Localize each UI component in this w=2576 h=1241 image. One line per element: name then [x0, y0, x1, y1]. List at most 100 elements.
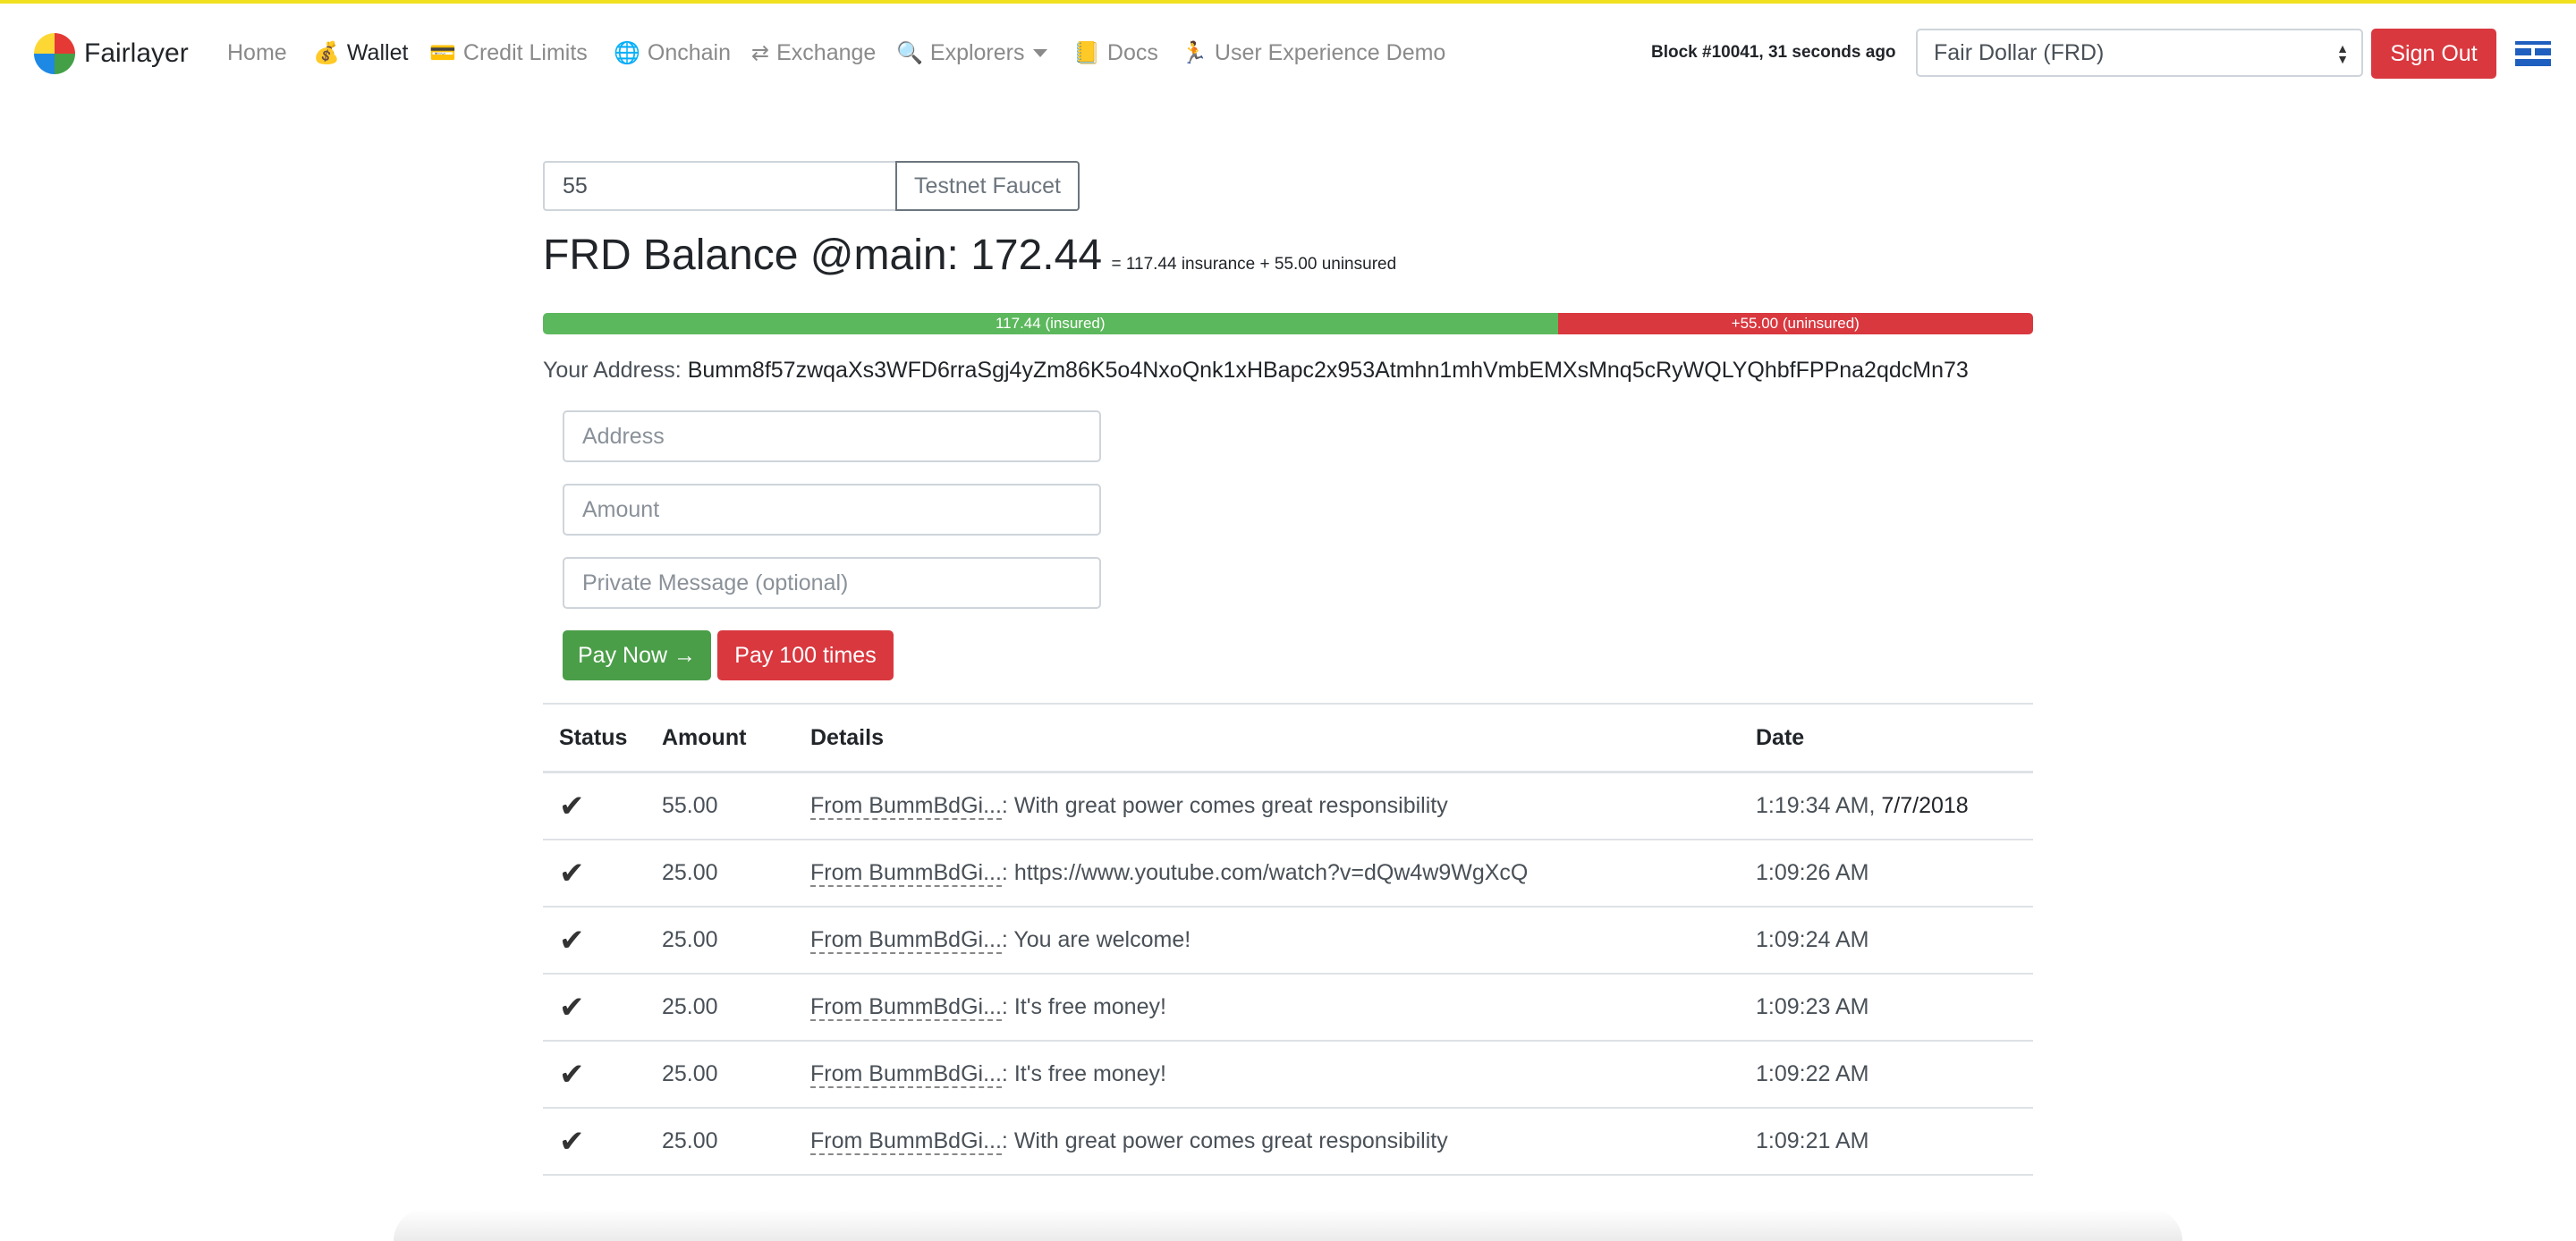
- checkmark-icon: ✔: [559, 1057, 585, 1092]
- sender-link[interactable]: From BummBdGi...: [810, 1128, 1002, 1155]
- details-cell: From BummBdGi...: With great power comes…: [794, 772, 1740, 840]
- nav-home[interactable]: Home: [227, 37, 287, 69]
- testnet-faucet-button[interactable]: Testnet Faucet: [895, 161, 1080, 211]
- payment-message: : You are welcome!: [1001, 927, 1191, 952]
- payment-message: : https://www.youtube.com/watch?v=dQw4w9…: [1001, 860, 1529, 885]
- nav-wallet-label: Wallet: [346, 39, 409, 65]
- sender-link[interactable]: From BummBdGi...: [810, 1061, 1002, 1088]
- time-text: 1:09:22 AM: [1756, 1061, 1869, 1086]
- money-bag-icon: 💰: [313, 40, 340, 65]
- table-row: ✔ 25.00 From BummBdGi...: You are welcom…: [543, 907, 2033, 975]
- date-cell: 1:09:22 AM: [1740, 1041, 2033, 1109]
- asset-select-value: Fair Dollar (FRD): [1934, 39, 2105, 65]
- insured-bar-label: 117.44 (insured): [995, 315, 1106, 332]
- asset-select[interactable]: Fair Dollar (FRD) ▲ ▼: [1916, 29, 2363, 77]
- balance-progress-bar: 117.44 (insured) +55.00 (uninsured): [543, 313, 2033, 334]
- amount-cell: 25.00: [646, 974, 794, 1042]
- checkmark-icon: ✔: [559, 789, 585, 823]
- navbar: Fairlayer Home 💰 Wallet 💳 Credit Limits …: [0, 4, 2576, 97]
- globe-icon: 🌐: [614, 40, 640, 65]
- date-cell: 1:09:21 AM: [1740, 1108, 2033, 1176]
- private-message-input[interactable]: [563, 557, 1101, 609]
- time-text: 1:09:26 AM: [1756, 860, 1869, 885]
- balance-heading: FRD Balance @main: 172.44 = 117.44 insur…: [543, 231, 1396, 280]
- nav-credit-limits[interactable]: 💳 Credit Limits: [429, 37, 588, 69]
- nav-onchain[interactable]: 🌐 Onchain: [614, 37, 731, 69]
- magnifier-icon: 🔍: [896, 40, 923, 65]
- time-text: 1:09:24 AM: [1756, 927, 1869, 952]
- exchange-arrows-icon: ⇄: [751, 40, 770, 65]
- nav-explorers-label: Explorers: [929, 39, 1025, 65]
- date-cell: 1:19:34 AM, 7/7/2018: [1740, 772, 2033, 840]
- nav-onchain-label: Onchain: [647, 39, 732, 65]
- bottom-shadow: [394, 1209, 2182, 1241]
- amount-cell: 25.00: [646, 840, 794, 908]
- checkmark-icon: ✔: [559, 856, 585, 891]
- pay-100-times-button[interactable]: Pay 100 times: [717, 630, 894, 680]
- nav-docs[interactable]: 📒 Docs: [1073, 37, 1158, 69]
- faucet-amount-input[interactable]: [543, 161, 897, 211]
- details-cell: From BummBdGi...: You are welcome!: [794, 907, 1740, 975]
- details-cell: From BummBdGi...: It's free money!: [794, 974, 1740, 1042]
- date-cell: 1:09:26 AM: [1740, 840, 2033, 908]
- column-header-status: Status: [543, 703, 646, 773]
- sender-link[interactable]: From BummBdGi...: [810, 927, 1002, 954]
- status-cell: ✔: [543, 772, 646, 840]
- nav-wallet[interactable]: 💰 Wallet: [313, 37, 408, 69]
- ledger-icon: 📒: [1073, 40, 1100, 65]
- payment-message: : It's free money!: [1001, 1061, 1166, 1086]
- checkmark-icon: ✔: [559, 1124, 585, 1159]
- amount-cell: 55.00: [646, 772, 794, 840]
- sender-link[interactable]: From BummBdGi...: [810, 793, 1002, 820]
- nav-ux-demo-label: User Experience Demo: [1214, 39, 1446, 65]
- credit-card-icon: 💳: [429, 40, 456, 65]
- column-header-details: Details: [794, 703, 1740, 773]
- time-text: 1:09:21 AM: [1756, 1128, 1869, 1153]
- amount-cell: 25.00: [646, 1108, 794, 1176]
- nav-explorers-dropdown[interactable]: 🔍 Explorers: [896, 37, 1048, 69]
- nav-exchange-label: Exchange: [776, 39, 877, 65]
- time-text: 1:09:23 AM: [1756, 994, 1869, 1019]
- table-row: ✔ 25.00 From BummBdGi...: It's free mone…: [543, 1041, 2033, 1109]
- uninsured-bar: +55.00 (uninsured): [1557, 313, 2033, 334]
- sign-out-button[interactable]: Sign Out: [2371, 29, 2496, 79]
- checkmark-icon: ✔: [559, 990, 585, 1025]
- your-address: Your Address: Bumm8f57zwqaXs3WFD6rraSgj4…: [543, 358, 1969, 384]
- insured-bar: 117.44 (insured): [543, 313, 1558, 334]
- details-cell: From BummBdGi...: With great power comes…: [794, 1108, 1740, 1176]
- column-header-amount: Amount: [646, 703, 794, 773]
- nav-exchange[interactable]: ⇄ Exchange: [751, 37, 876, 69]
- payment-message: : It's free money!: [1001, 994, 1166, 1019]
- status-cell: ✔: [543, 840, 646, 908]
- payment-message: : With great power comes great responsib…: [1001, 793, 1448, 818]
- brand[interactable]: Fairlayer: [34, 30, 189, 77]
- column-header-date: Date: [1740, 703, 2033, 773]
- pay-now-button[interactable]: Pay Now →: [563, 630, 711, 680]
- date-cell: 1:09:24 AM: [1740, 907, 2033, 975]
- status-cell: ✔: [543, 1041, 646, 1109]
- runner-icon: 🏃: [1181, 40, 1208, 65]
- language-flag-icon[interactable]: [2513, 38, 2553, 70]
- time-text: 1:19:34 AM,: [1756, 793, 1876, 818]
- date-text: 7/7/2018: [1881, 793, 1969, 818]
- amount-cell: 25.00: [646, 907, 794, 975]
- status-cell: ✔: [543, 974, 646, 1042]
- amount-cell: 25.00: [646, 1041, 794, 1109]
- nav-docs-label: Docs: [1106, 39, 1158, 65]
- balance-breakdown: = 117.44 insurance + 55.00 uninsured: [1111, 255, 1397, 274]
- nav-user-experience-demo[interactable]: 🏃 User Experience Demo: [1181, 37, 1445, 69]
- sender-link[interactable]: From BummBdGi...: [810, 860, 1002, 887]
- pay-amount-input[interactable]: [563, 484, 1101, 536]
- sender-link[interactable]: From BummBdGi...: [810, 994, 1002, 1021]
- address-value: Bumm8f57zwqaXs3WFD6rraSgj4yZm86K5o4NxoQn…: [687, 358, 1969, 383]
- payment-message: : With great power comes great responsib…: [1001, 1128, 1448, 1153]
- status-cell: ✔: [543, 907, 646, 975]
- table-row: ✔ 25.00 From BummBdGi...: With great pow…: [543, 1108, 2033, 1176]
- checkmark-icon: ✔: [559, 923, 585, 958]
- pay-address-input[interactable]: [563, 410, 1101, 462]
- table-row: ✔ 25.00 From BummBdGi...: It's free mone…: [543, 974, 2033, 1042]
- balance-title: FRD Balance @main: 172.44: [543, 232, 1103, 279]
- flag-graphic: [2513, 38, 2553, 70]
- details-cell: From BummBdGi...: https://www.youtube.co…: [794, 840, 1740, 908]
- details-cell: From BummBdGi...: It's free money!: [794, 1041, 1740, 1109]
